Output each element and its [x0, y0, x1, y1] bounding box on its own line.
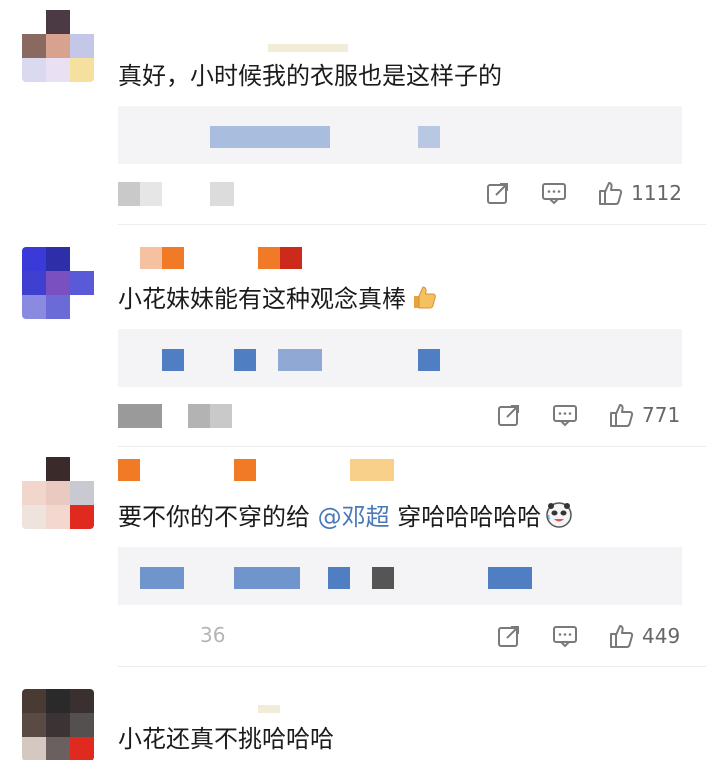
comment-actions: 771 [496, 400, 682, 430]
username-blurred[interactable] [118, 36, 358, 58]
thumbs-up-emoji [414, 286, 436, 309]
comment-item: 要不你的不穿的给 @邓超 穿哈哈哈哈哈 36 449 [0, 447, 706, 667]
comment-time: 36 [200, 623, 226, 647]
comment-text: 真好，小时候我的衣服也是这样子的 [118, 62, 502, 90]
reply-preview[interactable] [118, 329, 682, 387]
avatar[interactable] [22, 247, 94, 319]
share-icon[interactable] [485, 180, 511, 206]
comment-meta: 771 [118, 400, 684, 430]
comment-icon[interactable] [552, 623, 578, 649]
avatar[interactable] [22, 457, 94, 529]
comment-icon[interactable] [541, 180, 567, 206]
comment-text-body: 小花妹妹能有这种观念真棒 [118, 285, 406, 313]
username-blurred[interactable] [118, 459, 418, 481]
comment-text: 要不你的不穿的给 @邓超 穿哈哈哈哈哈 [118, 501, 573, 533]
thumbs-up-icon[interactable] [608, 402, 634, 428]
comment-actions: 1112 [485, 178, 682, 208]
reply-preview[interactable] [118, 547, 682, 605]
share-icon[interactable] [496, 623, 522, 649]
comment-text-before: 要不你的不穿的给 [118, 503, 310, 531]
comment-text: 小花还真不挑哈哈哈 [118, 725, 334, 753]
comment-item: 小花妹妹能有这种观念真棒 771 [0, 225, 706, 445]
comment-icon[interactable] [552, 402, 578, 428]
comment-text: 小花妹妹能有这种观念真棒 [118, 283, 438, 315]
username-blurred[interactable] [118, 247, 318, 269]
like-count: 1112 [631, 181, 682, 205]
comment-item: 小花还真不挑哈哈哈 [0, 667, 706, 760]
username-blurred[interactable] [118, 697, 318, 719]
comment-meta: 1112 [118, 178, 684, 208]
like-count: 771 [642, 403, 681, 427]
comment-actions: 449 [496, 621, 682, 651]
thumbs-up-icon[interactable] [608, 623, 634, 649]
avatar[interactable] [22, 689, 94, 760]
comment-text-after: 穿哈哈哈哈哈 [397, 503, 542, 531]
comment-meta: 36 449 [118, 621, 684, 651]
like-count: 449 [642, 624, 681, 648]
share-icon[interactable] [496, 402, 522, 428]
reply-preview[interactable] [118, 106, 682, 164]
mention-link[interactable]: @邓超 [318, 503, 390, 531]
laughing-panda-emoji [546, 502, 573, 528]
thumbs-up-icon[interactable] [597, 180, 623, 206]
comment-item: 真好，小时候我的衣服也是这样子的 1112 [0, 0, 706, 225]
avatar[interactable] [22, 10, 94, 82]
